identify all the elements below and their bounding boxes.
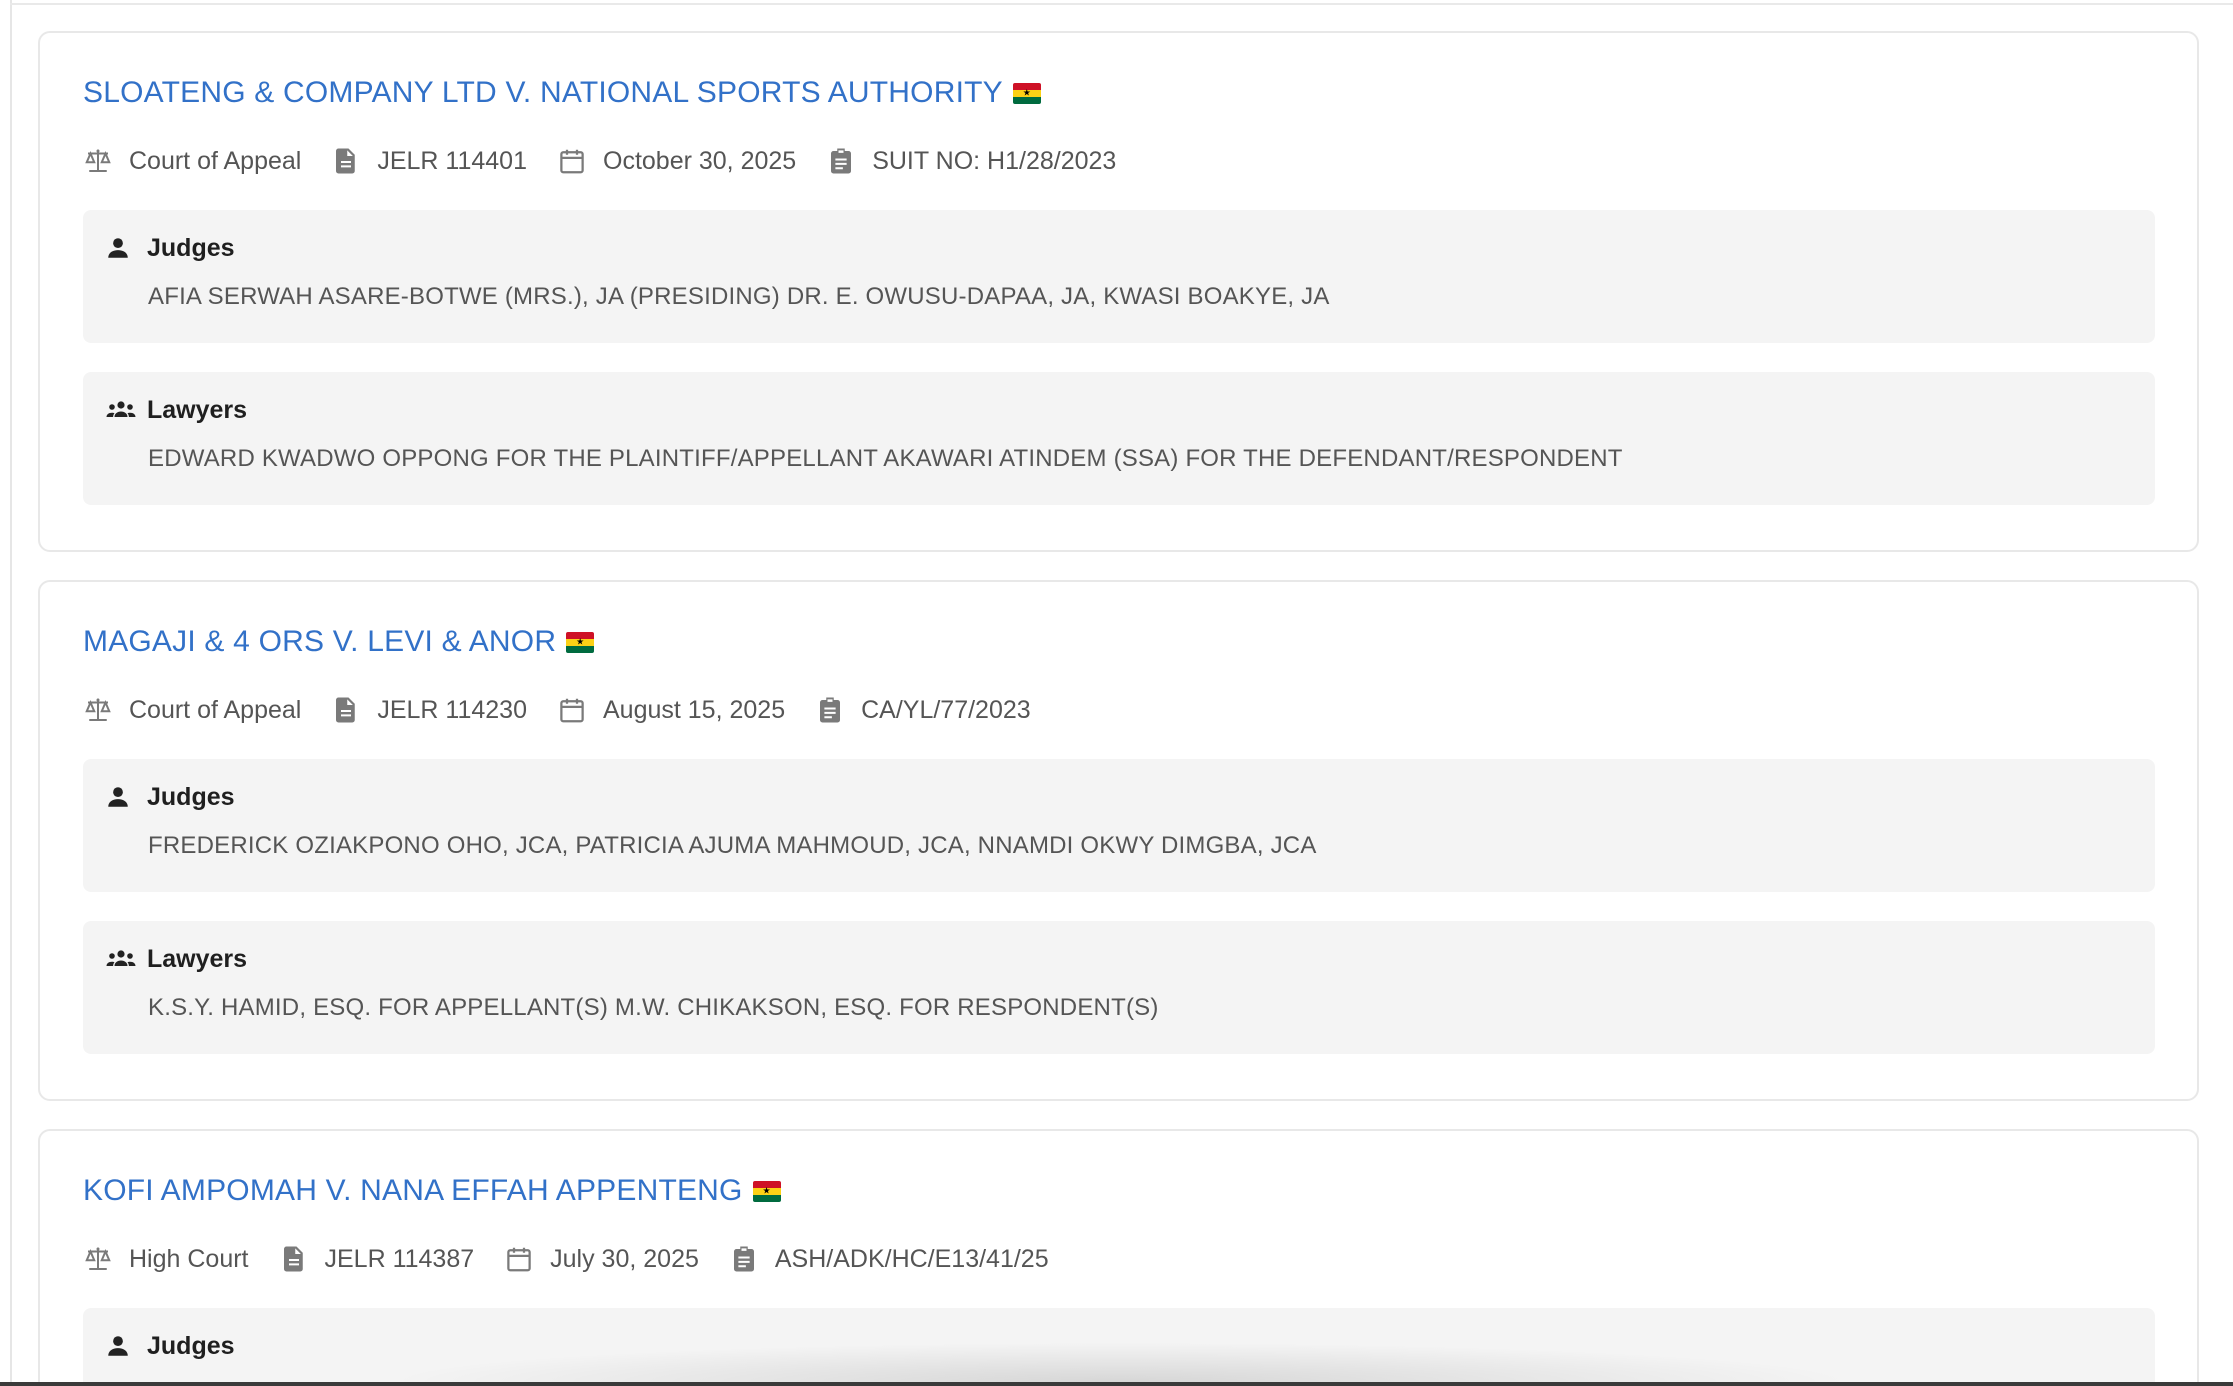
lawyers-panel: Lawyers EDWARD KWADWO OPPONG FOR THE PLA… (83, 372, 2155, 505)
suit-meta: SUIT NO: H1/28/2023 (826, 146, 1116, 176)
person-icon (105, 233, 139, 263)
date-meta: August 15, 2025 (557, 695, 785, 725)
suit-meta: CA/YL/77/2023 (815, 695, 1031, 725)
citation-meta: JELR 114387 (279, 1244, 475, 1274)
judges-label: Judges (147, 782, 235, 811)
lawyers-names: EDWARD KWADWO OPPONG FOR THE PLAINTIFF/A… (148, 445, 1623, 472)
case-title-link[interactable]: KOFI AMPOMAH V. NANA EFFAH APPENTENG ★ (83, 1171, 2155, 1211)
document-icon (279, 1244, 309, 1274)
case-card: MAGAJI & 4 ORS V. LEVI & ANOR ★ Court of… (38, 580, 2199, 1101)
suit-number: ASH/ADK/HC/E13/41/25 (774, 1244, 1049, 1273)
case-results-page: SLOATENG & COMPANY LTD V. NATIONAL SPORT… (0, 0, 2233, 1386)
judges-names: AFIA SERWAH ASARE-BOTWE (MRS.), JA (PRES… (148, 283, 1330, 310)
suit-meta: ASH/ADK/HC/E13/41/25 (729, 1244, 1049, 1274)
decision-date: October 30, 2025 (603, 146, 797, 175)
case-meta-row: High Court JELR 114387 July 30, 2025 ASH… (83, 1239, 2155, 1279)
date-meta: July 30, 2025 (504, 1244, 699, 1274)
document-icon (331, 695, 361, 725)
lawyers-panel: Lawyers K.S.Y. HAMID, ESQ. FOR APPELLANT… (83, 921, 2155, 1054)
case-meta-row: Court of Appeal JELR 114401 October 30, … (83, 141, 2155, 181)
case-title-link[interactable]: SLOATENG & COMPANY LTD V. NATIONAL SPORT… (83, 73, 2155, 113)
judges-label: Judges (147, 233, 235, 262)
suit-number: SUIT NO: H1/28/2023 (872, 146, 1117, 175)
citation-number: JELR 114401 (377, 146, 527, 175)
decision-date: July 30, 2025 (550, 1244, 699, 1273)
group-icon (105, 944, 139, 974)
lawyers-names: K.S.Y. HAMID, ESQ. FOR APPELLANT(S) M.W.… (148, 994, 1159, 1021)
clipboard-icon (729, 1244, 759, 1274)
top-divider (10, 3, 2233, 5)
calendar-icon (557, 146, 587, 176)
judges-panel: Judges AFIA SERWAH ASARE-BOTWE (MRS.), J… (83, 210, 2155, 343)
court-meta: Court of Appeal (83, 695, 301, 725)
case-meta-row: Court of Appeal JELR 114230 August 15, 2… (83, 690, 2155, 730)
citation-meta: JELR 114401 (331, 146, 527, 176)
lawyers-label: Lawyers (147, 944, 248, 973)
calendar-icon (557, 695, 587, 725)
ghana-flag-icon: ★ (566, 631, 595, 653)
left-divider (10, 0, 12, 1386)
citation-number: JELR 114230 (377, 695, 527, 724)
clipboard-icon (826, 146, 856, 176)
court-meta: High Court (83, 1244, 249, 1274)
decision-date: August 15, 2025 (603, 695, 786, 724)
suit-number: CA/YL/77/2023 (861, 695, 1031, 724)
bottom-edge (0, 1382, 2233, 1386)
ghana-flag-icon: ★ (1012, 82, 1041, 104)
judges-panel: Judges FREDERICK OZIAKPONO OHO, JCA, PAT… (83, 759, 2155, 892)
citation-number: JELR 114387 (324, 1244, 475, 1273)
person-icon (105, 782, 139, 812)
group-icon (105, 395, 139, 425)
date-meta: October 30, 2025 (557, 146, 796, 176)
calendar-icon (504, 1244, 534, 1274)
document-icon (331, 146, 361, 176)
citation-meta: JELR 114230 (331, 695, 527, 725)
clipboard-icon (815, 695, 845, 725)
person-icon (105, 1331, 139, 1361)
scale-icon (83, 1244, 113, 1274)
case-title-link[interactable]: MAGAJI & 4 ORS V. LEVI & ANOR ★ (83, 622, 2155, 662)
court-name: Court of Appeal (129, 695, 302, 724)
court-meta: Court of Appeal (83, 146, 301, 176)
scroll-shadow (380, 1342, 1860, 1382)
case-title-text[interactable]: SLOATENG & COMPANY LTD V. NATIONAL SPORT… (83, 73, 1003, 113)
case-card: SLOATENG & COMPANY LTD V. NATIONAL SPORT… (38, 31, 2199, 552)
scale-icon (83, 695, 113, 725)
judges-names: FREDERICK OZIAKPONO OHO, JCA, PATRICIA A… (148, 832, 1317, 859)
judges-label: Judges (147, 1331, 235, 1360)
case-title-text[interactable]: KOFI AMPOMAH V. NANA EFFAH APPENTENG (83, 1171, 743, 1211)
court-name: High Court (129, 1244, 249, 1273)
lawyers-label: Lawyers (147, 395, 248, 424)
ghana-flag-icon: ★ (752, 1180, 781, 1202)
scale-icon (83, 146, 113, 176)
court-name: Court of Appeal (129, 146, 302, 175)
case-title-text[interactable]: MAGAJI & 4 ORS V. LEVI & ANOR (83, 622, 556, 662)
